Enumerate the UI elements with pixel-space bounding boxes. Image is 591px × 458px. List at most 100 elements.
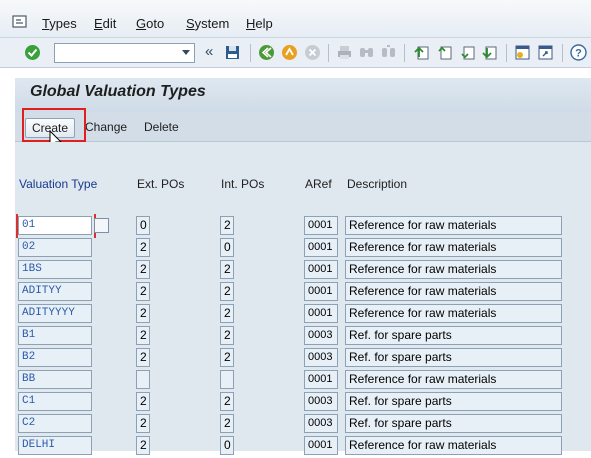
table-row: 02 2 0 0001 Reference for raw materials <box>15 238 591 260</box>
menu-window-icon[interactable] <box>12 15 28 29</box>
chevron-down-icon[interactable] <box>182 50 190 55</box>
next-page-icon[interactable] <box>459 44 476 61</box>
description-field[interactable]: Ref. for spare parts <box>345 326 562 345</box>
aref-field[interactable]: 0001 <box>304 436 338 455</box>
valuation-type-field[interactable]: ADITYYYY <box>18 304 92 323</box>
ext-pos-field[interactable]: 2 <box>136 414 150 433</box>
table-row: C2 2 2 0003 Ref. for spare parts <box>15 414 591 436</box>
ext-pos-field[interactable] <box>136 370 150 389</box>
enter-check-icon[interactable] <box>24 44 41 61</box>
aref-field[interactable]: 0001 <box>304 282 338 301</box>
toolbar-separator <box>328 44 329 62</box>
find-icon[interactable] <box>358 44 375 61</box>
ext-pos-field[interactable]: 2 <box>136 326 150 345</box>
valuation-type-field[interactable]: 1BS <box>18 260 92 279</box>
ext-pos-field[interactable]: 2 <box>136 348 150 367</box>
table-row: DELHI 2 0 0001 Reference for raw materials <box>15 436 591 458</box>
int-pos-field[interactable]: 2 <box>220 392 234 411</box>
int-pos-field[interactable]: 2 <box>220 326 234 345</box>
menu-system[interactable]: System <box>186 16 229 31</box>
table-row: C1 2 2 0003 Ref. for spare parts <box>15 392 591 414</box>
menu-bar: Types Edit Goto System Help <box>0 0 591 38</box>
table-row: BB 0001 Reference for raw materials <box>15 370 591 392</box>
toolbar-separator <box>562 44 563 62</box>
aref-field[interactable]: 0001 <box>304 370 338 389</box>
description-field[interactable]: Reference for raw materials <box>345 238 562 257</box>
new-session-icon[interactable] <box>514 44 531 61</box>
svg-text:?: ? <box>575 48 582 60</box>
valuation-type-field[interactable]: BB <box>18 370 92 389</box>
description-field[interactable]: Ref. for spare parts <box>345 414 562 433</box>
int-pos-field[interactable]: 2 <box>220 260 234 279</box>
description-field[interactable]: Ref. for spare parts <box>345 348 562 367</box>
table-row: ADITYYYY 2 2 0001 Reference for raw material… <box>15 304 591 326</box>
print-icon[interactable] <box>336 44 353 61</box>
int-pos-field[interactable] <box>220 370 234 389</box>
aref-field[interactable]: 0003 <box>304 414 338 433</box>
change-button[interactable]: Change <box>79 118 133 138</box>
valuation-type-field[interactable]: B1 <box>18 326 92 345</box>
description-field[interactable]: Reference for raw materials <box>345 304 562 323</box>
description-field[interactable]: Reference for raw materials <box>345 216 562 235</box>
aref-field[interactable]: 0001 <box>304 238 338 257</box>
command-field[interactable] <box>54 43 195 63</box>
menu-types[interactable]: Types <box>42 16 77 31</box>
first-page-icon[interactable] <box>413 44 430 61</box>
table-row: B2 2 2 0003 Ref. for spare parts <box>15 348 591 370</box>
ext-pos-field[interactable]: 2 <box>136 304 150 323</box>
exit-icon[interactable] <box>281 44 298 61</box>
delete-button[interactable]: Delete <box>138 118 185 138</box>
description-field[interactable]: Reference for raw materials <box>345 370 562 389</box>
collapse-icon[interactable]: « <box>205 43 213 60</box>
aref-field[interactable]: 0001 <box>304 216 338 235</box>
ext-pos-field[interactable]: 2 <box>136 238 150 257</box>
menu-edit[interactable]: Edit <box>94 16 116 31</box>
valuation-type-field[interactable]: C1 <box>18 392 92 411</box>
description-field[interactable]: Ref. for spare parts <box>345 392 562 411</box>
header-valuation-type: Valuation Type <box>19 177 98 191</box>
last-page-icon[interactable] <box>481 44 498 61</box>
cancel-icon[interactable] <box>304 44 321 61</box>
aref-field[interactable]: 0003 <box>304 326 338 345</box>
int-pos-field[interactable]: 2 <box>220 282 234 301</box>
int-pos-field[interactable]: 2 <box>220 414 234 433</box>
selection-marker <box>16 214 96 238</box>
help-icon[interactable]: ? <box>570 44 587 61</box>
find-next-icon[interactable] <box>380 44 397 61</box>
aref-field[interactable]: 0003 <box>304 392 338 411</box>
int-pos-field[interactable]: 2 <box>220 348 234 367</box>
int-pos-field[interactable]: 0 <box>220 436 234 455</box>
application-toolbar: Create Change Delete <box>15 112 591 142</box>
shortcut-icon[interactable] <box>537 44 554 61</box>
ext-pos-field[interactable]: 2 <box>136 260 150 279</box>
value-help-icon[interactable] <box>94 218 109 233</box>
menu-help[interactable]: Help <box>246 16 273 31</box>
ext-pos-field[interactable]: 2 <box>136 436 150 455</box>
int-pos-field[interactable]: 0 <box>220 238 234 257</box>
table-row: 1BS 2 2 0001 Reference for raw materials <box>15 260 591 282</box>
description-field[interactable]: Reference for raw materials <box>345 436 562 455</box>
ext-pos-field[interactable]: 2 <box>136 282 150 301</box>
page-title: Global Valuation Types <box>30 83 206 100</box>
valuation-type-field[interactable]: C2 <box>18 414 92 433</box>
valuation-type-field[interactable]: ADITYY <box>18 282 92 301</box>
valuation-type-field[interactable]: B2 <box>18 348 92 367</box>
valuation-type-field[interactable]: DELHI <box>18 436 92 455</box>
table-row: 01 0 2 0001 Reference for raw materials <box>15 214 591 238</box>
description-field[interactable]: Reference for raw materials <box>345 260 562 279</box>
aref-field[interactable]: 0001 <box>304 304 338 323</box>
aref-field[interactable]: 0003 <box>304 348 338 367</box>
save-icon[interactable] <box>224 44 241 61</box>
table-row: B1 2 2 0003 Ref. for spare parts <box>15 326 591 348</box>
int-pos-field[interactable]: 2 <box>220 304 234 323</box>
aref-field[interactable]: 0001 <box>304 260 338 279</box>
description-field[interactable]: Reference for raw materials <box>345 282 562 301</box>
valuation-type-field[interactable]: 02 <box>18 238 92 257</box>
header-aref: ARef <box>305 177 332 191</box>
menu-goto[interactable]: Goto <box>136 16 164 31</box>
back-icon[interactable] <box>258 44 275 61</box>
ext-pos-field[interactable]: 0 <box>136 216 150 235</box>
int-pos-field[interactable]: 2 <box>220 216 234 235</box>
ext-pos-field[interactable]: 2 <box>136 392 150 411</box>
previous-page-icon[interactable] <box>436 44 453 61</box>
